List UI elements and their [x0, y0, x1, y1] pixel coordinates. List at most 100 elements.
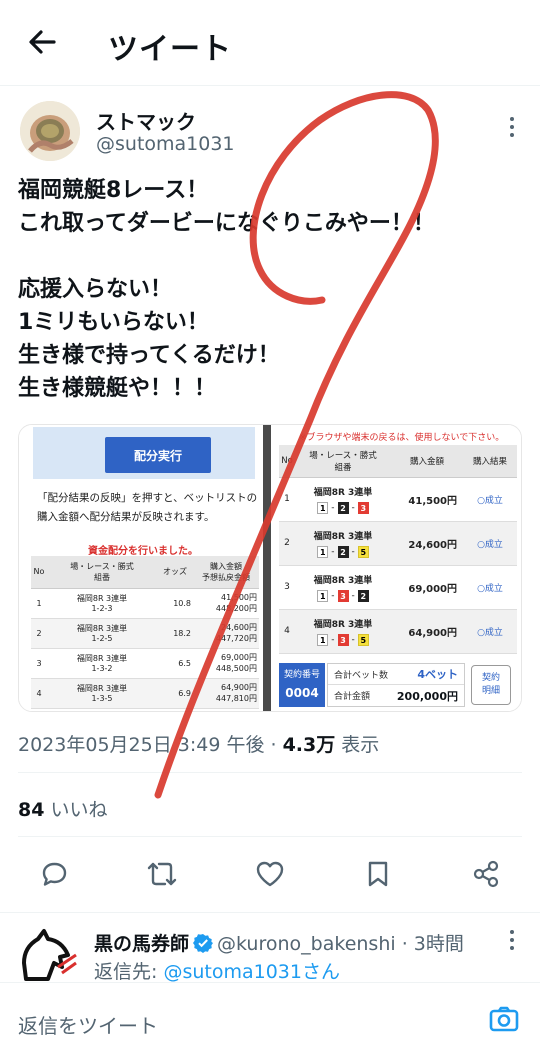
result-text: 成立: [484, 495, 503, 506]
race-name: 福岡8R 3連単: [76, 624, 128, 633]
boat-numbers: 1-2-3: [295, 501, 391, 514]
amount: 41,500円: [221, 593, 257, 602]
col-amount: 購入金額: [391, 445, 463, 478]
boat-number: 3: [337, 589, 349, 602]
contract-label: 契約番号: [283, 670, 320, 680]
bookmark-icon[interactable]: [360, 856, 396, 892]
total-bets-value: 4ベット: [417, 668, 458, 681]
tweet-text-line: 生き様競艇や！！！: [18, 376, 217, 401]
row-amount: 24,600円 447,720円: [193, 618, 259, 649]
distribution-description: 「配分結果の反映」を押すと、ベットリストの購入金額へ配分結果が反映されます。: [37, 492, 258, 523]
boat-numbers: 1-3-5: [295, 633, 391, 646]
boat-number: 3: [357, 501, 369, 514]
camera-icon[interactable]: [488, 1003, 520, 1035]
contract-details-button: 契約 明細: [471, 665, 511, 705]
race-name: 福岡8R 3連単: [313, 575, 373, 586]
tweet-text-line: 1ミリもいらない！: [18, 310, 209, 335]
reply-author-name[interactable]: 黒の馬券師: [94, 933, 189, 955]
reply-to-line: 返信先: @sutoma1031さん: [94, 957, 340, 984]
combo: 1-2-5: [91, 634, 113, 643]
purchase-row: 1 福岡8R 3連単 1-2-3 41,500円 ○成立: [279, 477, 517, 522]
row-race: 福岡8R 3連単 1-2-5: [47, 618, 157, 649]
reply-author-handle[interactable]: @kurono_bakenshi: [217, 933, 396, 955]
distribution-header: 配分実行: [33, 427, 255, 479]
boat-number: 1: [317, 589, 329, 602]
combo: 1-3-2: [91, 664, 113, 673]
views-label: 表示: [341, 734, 380, 756]
purchase-table: No 場・レース・勝式 組番 購入金額 購入結果 1 福岡8R 3連単 1-2-3 4…: [279, 445, 517, 654]
reply-avatar[interactable]: [18, 927, 78, 981]
likes-label: いいね: [50, 799, 108, 821]
divider: [0, 912, 540, 913]
verified-badge-icon: [193, 933, 214, 958]
row-no: 4: [31, 678, 47, 709]
retweet-icon[interactable]: [144, 856, 180, 892]
likes-count: 84: [18, 799, 45, 821]
divider: [18, 836, 522, 837]
contract-summary: 契約番号 0004 合計ベット数 4ベット 合計金額 200,000円 契約 明細: [279, 663, 515, 707]
likes-stat[interactable]: 84 いいね: [18, 795, 107, 822]
row-result: ○成立: [463, 565, 517, 610]
author-avatar[interactable]: [20, 101, 80, 161]
share-icon[interactable]: [468, 856, 504, 892]
row-race: 福岡8R 3連単 1-3-5: [47, 678, 157, 709]
like-heart-icon[interactable]: [252, 856, 288, 892]
row-odds: 10.8: [157, 588, 193, 619]
row-amount: 64,900円 447,810円: [193, 678, 259, 709]
col-race: 場・レース・勝式 組番: [47, 556, 157, 589]
boat-number: 1: [317, 501, 329, 514]
page-title: ツイート: [108, 32, 232, 67]
views-count: 4.3万: [282, 734, 336, 756]
reply-icon[interactable]: [36, 856, 72, 892]
distribution-row: 1 福岡8R 3連単 1-2-3 10.8 41,500円 448,200円: [31, 588, 259, 619]
row-race: 福岡8R 3連単 1-3-2: [47, 648, 157, 679]
author-handle[interactable]: @sutoma1031: [96, 133, 235, 155]
row-odds: 18.2: [157, 618, 193, 649]
distribution-row: 2 福岡8R 3連単 1-2-5 18.2 24,600円 447,720円: [31, 618, 259, 649]
amount: 69,000円: [221, 653, 257, 662]
more-options-icon[interactable]: [508, 116, 516, 138]
row-amount: 41,500円: [391, 477, 463, 522]
reply-header: 黒の馬券師 @kurono_bakenshi · 3時間: [94, 929, 464, 958]
tweet-timestamp[interactable]: 2023年05月25日 3:49 午後 · 4.3万 表示: [18, 730, 379, 757]
row-amount: 24,600円: [391, 521, 463, 566]
race-name: 福岡8R 3連単: [313, 487, 373, 498]
distribution-row: 3 福岡8R 3連単 1-3-2 6.5 69,000円 448,500円: [31, 648, 259, 679]
reply-to-mention[interactable]: @sutoma1031さん: [163, 961, 340, 983]
purchase-row: 4 福岡8R 3連単 1-3-5 64,900円 ○成立: [279, 609, 517, 654]
tweet-text-line: これ取ってダービーになぐりこみやー！！: [18, 211, 435, 236]
author-name[interactable]: ストマック: [96, 106, 196, 135]
boat-numbers: 1-3-2: [295, 589, 391, 602]
media-image-right[interactable]: ※ブラウザや端末の戻るは、使用しないで下さい。 No 場・レース・勝式 組番 購…: [271, 425, 521, 711]
reply-composer[interactable]: 返信をツイート: [0, 982, 540, 1057]
row-no: 4: [279, 609, 295, 654]
row-no: 3: [31, 648, 47, 679]
result-text: 成立: [484, 539, 503, 550]
row-no: 2: [31, 618, 47, 649]
reply-input[interactable]: 返信をツイート: [18, 1010, 158, 1039]
boat-number: 5: [357, 633, 369, 646]
col-result: 購入結果: [463, 445, 517, 478]
boat-numbers: 1-2-5: [295, 545, 391, 558]
tweet-text: 福岡競艇8レース！ これ取ってダービーになぐりこみやー！！ 応援入らない！ 1ミリもい…: [18, 174, 523, 405]
race-name: 福岡8R 3連単: [76, 594, 128, 603]
payout: 448,200円: [215, 604, 257, 613]
row-race: 福岡8R 3連単 1-3-2: [295, 565, 391, 610]
row-race: 福岡8R 3連単 1-3-5: [295, 609, 391, 654]
back-arrow-icon[interactable]: [24, 24, 60, 60]
media-image-left[interactable]: 配分実行 「配分結果の反映」を押すと、ベットリストの購入金額へ配分結果が反映され…: [19, 425, 267, 711]
action-bar: [0, 856, 540, 898]
reply-time: · 3時間: [401, 933, 464, 955]
reply-more-icon[interactable]: [508, 929, 516, 951]
row-no: 3: [279, 565, 295, 610]
result-text: 成立: [484, 583, 503, 594]
contract-value: 0004: [285, 686, 319, 700]
total-amount-value: 200,000円: [396, 689, 458, 703]
amount: 24,600円: [221, 623, 257, 632]
race-name: 福岡8R 3連単: [76, 684, 128, 693]
distribution-row: 4 福岡8R 3連単 1-3-5 6.9 64,900円 447,810円: [31, 678, 259, 709]
boat-number: 3: [337, 633, 349, 646]
tweet-media[interactable]: 配分実行 「配分結果の反映」を押すと、ベットリストの購入金額へ配分結果が反映され…: [18, 424, 522, 712]
race-name: 福岡8R 3連単: [313, 531, 373, 542]
col-amount: 購入金額 予想払戻金額: [193, 556, 259, 589]
